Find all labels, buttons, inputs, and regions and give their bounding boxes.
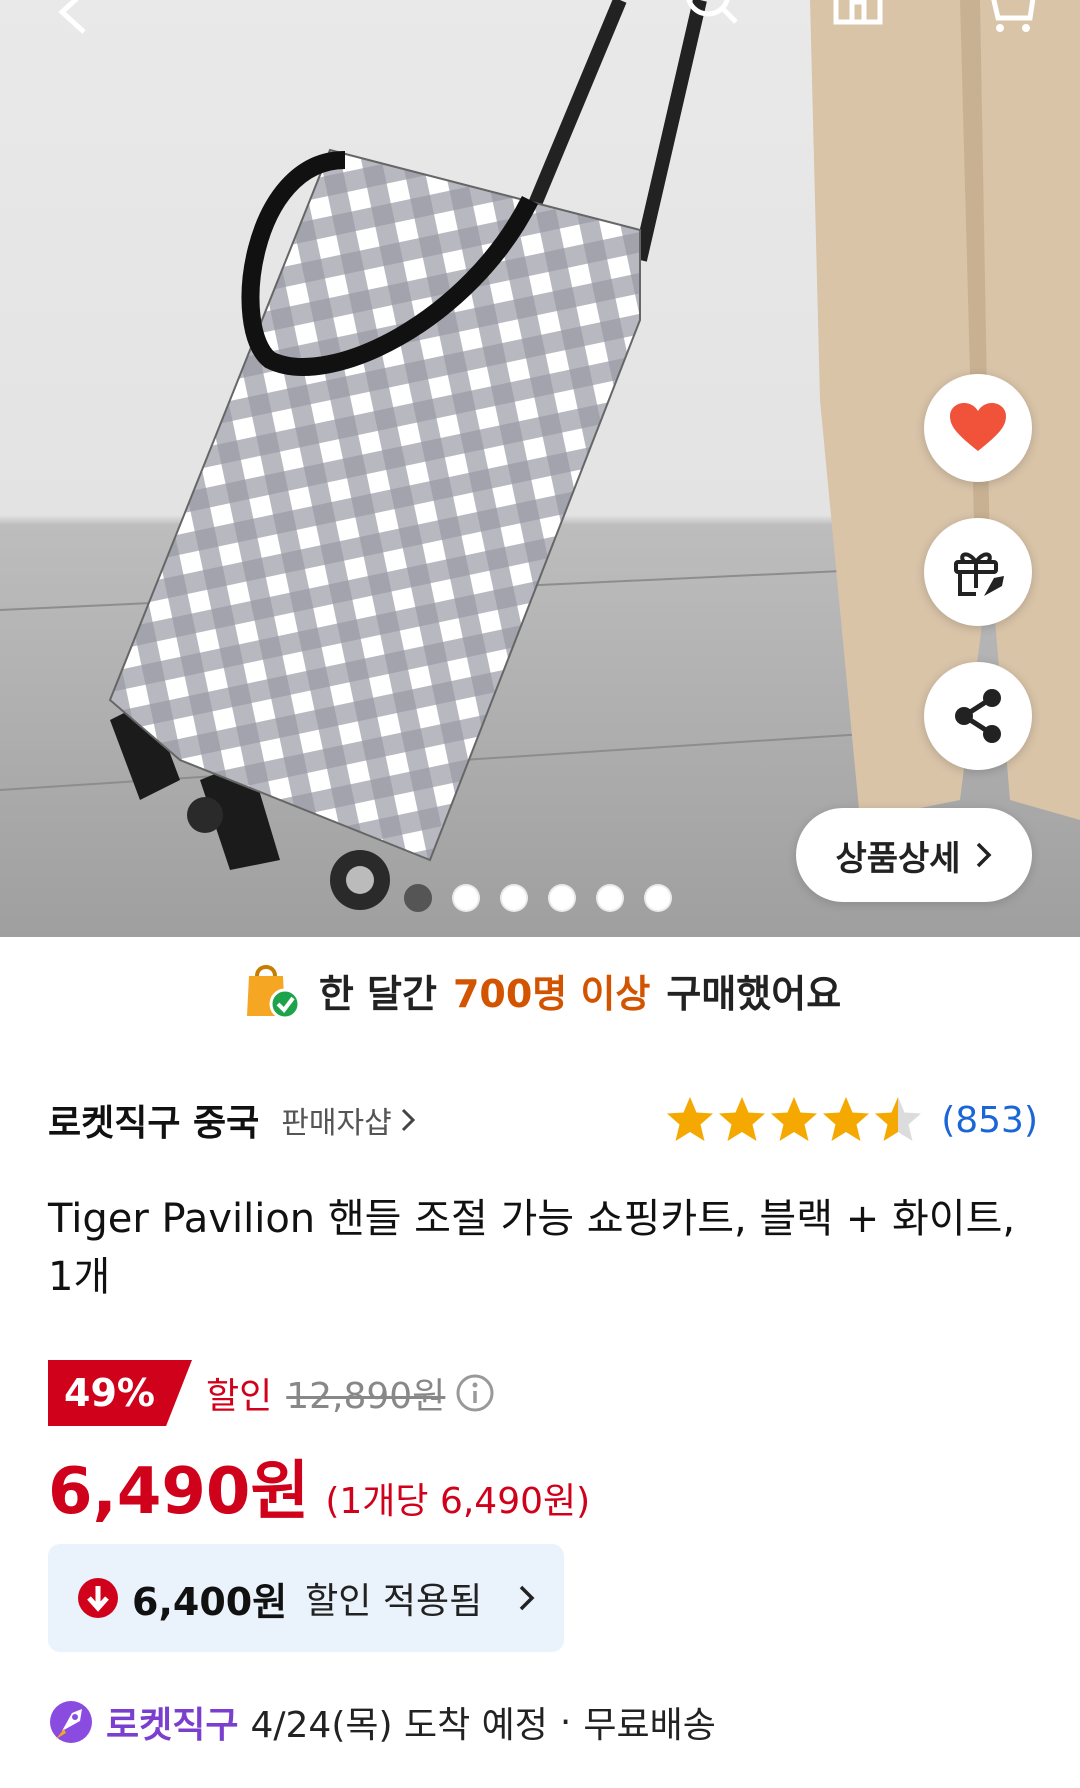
product-detail-button[interactable]: 상품상세 [796,808,1032,902]
seller-row: 로켓직구 중국 판매자샵 (853) [48,1090,1038,1150]
rating-stars [667,1097,922,1141]
star-icon [719,1097,766,1141]
seller-shop-label: 판매자샵 [281,1106,392,1141]
product-title: Tiger Pavilion 핸들 조절 가능 쇼핑카트, 블랙 + 화이트, … [48,1196,1016,1300]
delivery-info: 로켓직구 4/24(목) 도착 예정 · 무료배송 [48,1696,716,1748]
chevron-right-icon [519,1585,535,1611]
banner-suffix: 구매했어요 [666,971,842,1016]
purchase-count-banner: 한 달간 700명 이상 구매했어요 [0,950,1080,1030]
gift-button[interactable] [924,518,1032,626]
discount-label: 할인 [206,1376,273,1417]
rocket-direct-badge: 로켓직구 [106,1705,239,1746]
star-rating[interactable]: (853) [665,1095,1038,1145]
original-price: 12,890원 [286,1376,446,1417]
delivery-separator: · [559,1701,572,1743]
star-icon [771,1097,818,1141]
product-image-gallery[interactable]: 상품상세 [0,0,1080,937]
shipping-fee: 무료배송 [583,1705,716,1746]
cart-icon[interactable] [980,0,1040,36]
review-count[interactable]: (853) [941,1100,1038,1141]
pagination-dot[interactable] [596,884,624,912]
rocket-icon [50,1701,92,1743]
seller-shop-link[interactable]: 판매자샵 [281,1098,415,1142]
sale-price: 6,490원 [48,1455,310,1529]
chevron-right-icon [401,1108,415,1132]
back-chevron-icon[interactable] [44,0,104,36]
pagination-dot[interactable] [500,884,528,912]
gallery-pagination [404,884,672,912]
pagination-dot[interactable] [452,884,480,912]
discount-rate-badge: 49% [48,1360,192,1426]
star-icon [667,1097,714,1141]
half-star-icon [875,1097,922,1141]
banner-prefix: 한 달간 [318,971,437,1016]
coupon-price: 6,400원 [132,1579,288,1624]
discount-row: 49% 할인 12,890원 [48,1360,495,1426]
price-row: 6,490원 (1개당 6,490원) [48,1440,590,1532]
price-down-icon [78,1578,118,1618]
gift-rocket-icon [954,552,1004,596]
wishlist-button[interactable] [924,374,1032,482]
coupon-label: 할인 적용됨 [305,1581,483,1622]
home-icon[interactable] [828,0,888,36]
pagination-dot[interactable] [548,884,576,912]
coupon-discount-box[interactable]: 6,400원 할인 적용됨 [48,1544,564,1652]
pagination-dot[interactable] [644,884,672,912]
star-icon [823,1097,870,1141]
delivery-date: 4/24(목) 도착 예정 [250,1705,548,1746]
unit-price: (1개당 6,490원) [325,1481,591,1522]
share-button[interactable] [924,662,1032,770]
share-icon [955,689,1001,743]
shopping-bag-check-icon [246,965,301,1020]
banner-highlight: 700명 이상 [452,971,651,1016]
product-detail-label: 상품상세 [835,838,961,879]
product-image [0,0,1080,910]
seller-name: 로켓직구 중국 [48,1103,260,1144]
pagination-dot[interactable] [404,884,432,912]
search-icon[interactable] [682,0,742,36]
heart-icon [950,403,1006,451]
info-icon[interactable] [455,1373,495,1413]
chevron-right-icon [976,842,992,868]
